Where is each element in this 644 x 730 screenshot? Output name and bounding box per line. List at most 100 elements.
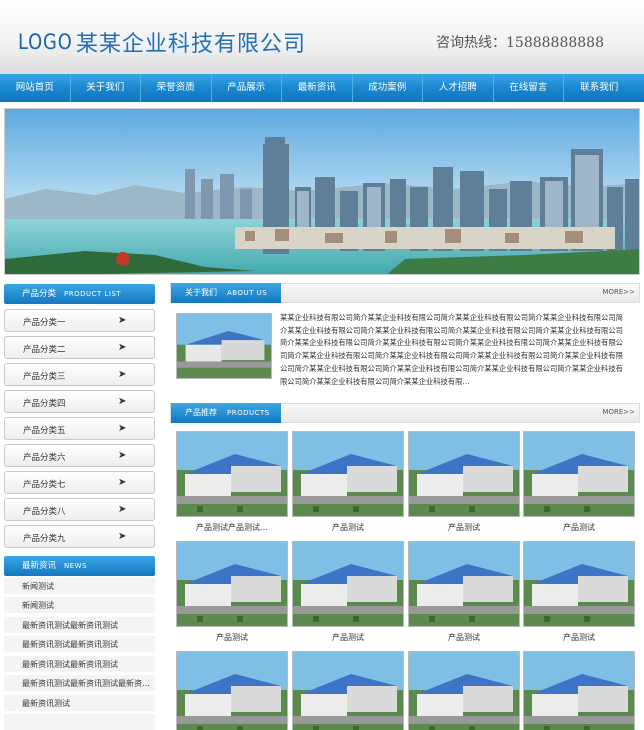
- product-caption[interactable]: 产品测试: [408, 522, 520, 533]
- product-image[interactable]: [176, 541, 288, 627]
- product-card[interactable]: 产品测试: [292, 541, 404, 643]
- product-image[interactable]: [176, 431, 288, 517]
- product-image[interactable]: [292, 541, 404, 627]
- product-caption[interactable]: 产品测试: [292, 632, 404, 643]
- product-image[interactable]: [523, 541, 635, 627]
- product-card[interactable]: [408, 651, 520, 730]
- about-text: 某某企业科技有限公司简介某某企业科技有限公司简介某某企业科技有限公司简介某某企业…: [280, 313, 623, 386]
- product-card[interactable]: 产品测试: [292, 431, 404, 533]
- about-more-link[interactable]: MORE>>: [602, 288, 635, 296]
- category-item[interactable]: 产品分类五 ➤: [4, 417, 155, 440]
- product-card[interactable]: 产品测试产品测试…: [176, 431, 288, 533]
- product-image[interactable]: [176, 651, 288, 730]
- category-label: 产品分类四: [23, 399, 66, 409]
- chevron-right-icon: ➤: [118, 423, 127, 434]
- site-header: LOGO 某某企业科技有限公司 咨询热线：15888888888: [0, 0, 644, 74]
- products-tab: 产品推荐 PRODUCTS: [171, 403, 281, 423]
- nav-item-about[interactable]: 关于我们: [71, 74, 141, 102]
- category-item[interactable]: 产品分类四 ➤: [4, 390, 155, 413]
- product-card[interactable]: 产品测试: [408, 431, 520, 533]
- chevron-right-icon: ➤: [118, 315, 127, 326]
- category-label: 产品分类三: [23, 372, 66, 382]
- product-card[interactable]: 产品测试: [523, 541, 635, 643]
- product-card[interactable]: [176, 651, 288, 730]
- about-image[interactable]: [176, 313, 272, 379]
- product-image[interactable]: [523, 431, 635, 517]
- news-item[interactable]: 新闻测试: [4, 597, 155, 614]
- product-image[interactable]: [408, 651, 520, 730]
- main-nav: 网站首页 关于我们 荣誉资质 产品展示 最新资讯 成功案例 人才招聘 在线留言 …: [0, 74, 644, 102]
- chevron-right-icon: ➤: [118, 504, 127, 515]
- product-card[interactable]: 产品测试: [408, 541, 520, 643]
- category-label: 产品分类二: [23, 345, 66, 355]
- nav-item-message[interactable]: 在线留言: [494, 74, 564, 102]
- product-card[interactable]: 产品测试: [176, 541, 288, 643]
- about-section-bar: 关于我们 ABOUT US MORE>>: [170, 283, 640, 303]
- category-item[interactable]: 产品分类九 ➤: [4, 525, 155, 548]
- category-item[interactable]: 产品分类七 ➤: [4, 471, 155, 494]
- hotline: 咨询热线：15888888888: [436, 32, 604, 52]
- news-title-en: NEWS: [64, 562, 88, 570]
- products-title: 产品推荐: [185, 408, 217, 417]
- nav-item-honors[interactable]: 荣誉资质: [141, 74, 212, 102]
- product-card[interactable]: [292, 651, 404, 730]
- chevron-right-icon: ➤: [118, 477, 127, 488]
- about-title-en: ABOUT US: [227, 289, 268, 297]
- category-label: 产品分类八: [23, 507, 66, 517]
- news-item[interactable]: 最新资讯测试最新资讯测试最新资…: [4, 675, 155, 692]
- news-header: 最新资讯 NEWS: [4, 556, 155, 576]
- category-item[interactable]: 产品分类三 ➤: [4, 363, 155, 386]
- chevron-right-icon: ➤: [118, 450, 127, 461]
- news-item[interactable]: 新闻测试: [4, 578, 155, 595]
- product-list-header: 产品分类 PRODUCT LIST: [4, 284, 155, 304]
- chevron-right-icon: ➤: [118, 342, 127, 353]
- news-item[interactable]: 最新资讯测试最新资讯测试: [4, 617, 155, 634]
- category-item[interactable]: 产品分类二 ➤: [4, 336, 155, 359]
- company-name: 某某企业科技有限公司: [76, 32, 307, 57]
- about-title: 关于我们: [185, 288, 217, 297]
- nav-item-products[interactable]: 产品展示: [212, 74, 282, 102]
- products-section-bar: 产品推荐 PRODUCTS MORE>>: [170, 403, 640, 423]
- product-caption[interactable]: 产品测试: [523, 522, 635, 533]
- logo[interactable]: LOGO: [18, 30, 73, 54]
- nav-item-news[interactable]: 最新资讯: [282, 74, 353, 102]
- category-item[interactable]: 产品分类六 ➤: [4, 444, 155, 467]
- product-card[interactable]: 产品测试: [523, 431, 635, 533]
- product-caption[interactable]: 产品测试: [523, 632, 635, 643]
- category-label: 产品分类七: [23, 480, 66, 490]
- hotline-label: 咨询热线：: [436, 35, 507, 51]
- product-image[interactable]: [523, 651, 635, 730]
- product-image[interactable]: [292, 431, 404, 517]
- product-image[interactable]: [408, 541, 520, 627]
- product-image[interactable]: [408, 431, 520, 517]
- category-label: 产品分类六: [23, 453, 66, 463]
- products-title-en: PRODUCTS: [227, 409, 270, 417]
- nav-item-home[interactable]: 网站首页: [0, 74, 71, 102]
- product-caption[interactable]: 产品测试产品测试…: [176, 522, 288, 533]
- chevron-right-icon: ➤: [118, 369, 127, 380]
- category-label: 产品分类九: [23, 534, 66, 544]
- chevron-right-icon: ➤: [118, 396, 127, 407]
- news-item[interactable]: 最新资讯测试最新资讯测试: [4, 656, 155, 673]
- product-caption[interactable]: 产品测试: [292, 522, 404, 533]
- hotline-number: 15888888888: [506, 35, 604, 51]
- news-item[interactable]: 最新资讯测试最新资讯测试: [4, 636, 155, 653]
- banner-image: [4, 108, 640, 275]
- product-image[interactable]: [292, 651, 404, 730]
- news-item[interactable]: [4, 714, 155, 730]
- category-item[interactable]: 产品分类八 ➤: [4, 498, 155, 521]
- product-caption[interactable]: 产品测试: [408, 632, 520, 643]
- category-label: 产品分类五: [23, 426, 66, 436]
- category-item[interactable]: 产品分类一 ➤: [4, 309, 155, 332]
- news-title: 最新资讯: [22, 561, 57, 571]
- nav-item-jobs[interactable]: 人才招聘: [423, 74, 494, 102]
- nav-item-contact[interactable]: 联系我们: [564, 74, 635, 102]
- product-card[interactable]: [523, 651, 635, 730]
- category-label: 产品分类一: [23, 318, 66, 328]
- news-item[interactable]: 最新资讯测试: [4, 695, 155, 712]
- chevron-right-icon: ➤: [118, 531, 127, 542]
- product-caption[interactable]: 产品测试: [176, 632, 288, 643]
- nav-item-cases[interactable]: 成功案例: [353, 74, 423, 102]
- products-more-link[interactable]: MORE>>: [602, 408, 635, 416]
- product-list-title: 产品分类: [22, 289, 57, 299]
